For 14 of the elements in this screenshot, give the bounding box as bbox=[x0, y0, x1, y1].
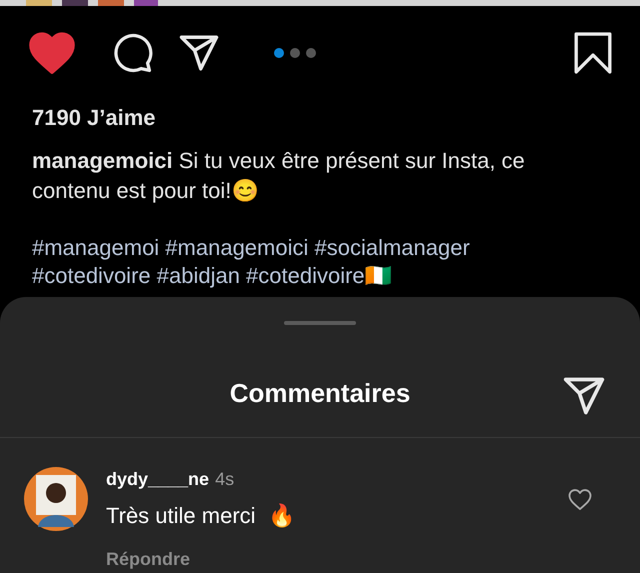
comment-like-icon[interactable] bbox=[568, 489, 592, 510]
sheet-title: Commentaires bbox=[230, 376, 410, 410]
comment-text: Très utile merci 🔥 bbox=[106, 502, 296, 530]
comment-time: 4s bbox=[215, 468, 234, 491]
reply-button[interactable]: Répondre bbox=[106, 546, 190, 573]
like-icon[interactable] bbox=[28, 32, 76, 74]
drag-handle[interactable] bbox=[284, 321, 356, 324]
avatar bbox=[24, 467, 88, 531]
likes-count: 7190 J’aime bbox=[32, 104, 157, 132]
hashtag-line: #managemoi #managemoici #socialmanager bbox=[32, 234, 471, 262]
bookmark-icon[interactable] bbox=[574, 32, 612, 74]
post-caption: managemoici Si tu veux être présent sur Insta, ce contenu est pour toi!😊 bbox=[32, 147, 526, 205]
hashtag-line: #cotedivoire #abidjan #cotedivoire🇨🇮 bbox=[32, 262, 393, 290]
comment-username[interactable]: dydy____ne bbox=[106, 466, 210, 493]
